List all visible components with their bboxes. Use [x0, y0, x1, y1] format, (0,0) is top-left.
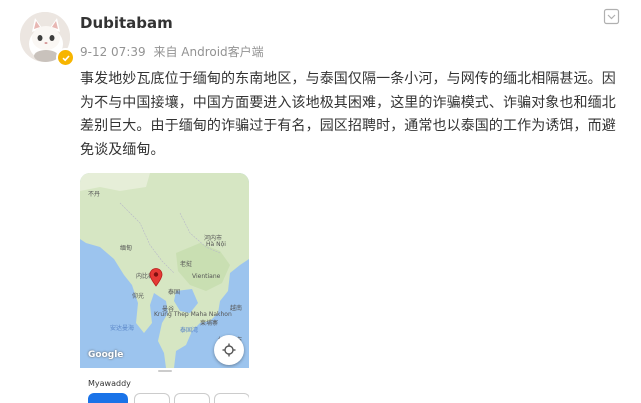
- map-image[interactable]: 不丹 缅甸 老挝 河内市 Hà Nội 泰国 Vientiane 曼谷 Krun…: [80, 173, 249, 368]
- map-label-yangon: 仰光: [132, 293, 145, 300]
- post-source: 来自 Android客户端: [153, 45, 264, 59]
- map-label-vientiane-en: Vientiane: [192, 273, 221, 280]
- post-meta: 9-12 07:39 来自 Android客户端: [80, 43, 264, 60]
- chip-2[interactable]: [134, 393, 170, 403]
- map-card[interactable]: 不丹 缅甸 老挝 河内市 Hà Nội 泰国 Vientiane 曼谷 Krun…: [80, 173, 249, 403]
- map-label-bangkok-en: Krung Thep Maha Nakhon: [154, 311, 232, 318]
- chip-4[interactable]: [214, 393, 249, 403]
- place-name: Myawaddy: [88, 379, 131, 388]
- google-logo: Google: [88, 350, 124, 360]
- weibo-post: Dubitabam 9-12 07:39 来自 Android客户端 事发地妙瓦…: [0, 0, 641, 403]
- crosshair-icon: [222, 343, 236, 357]
- verified-badge-icon: [56, 48, 75, 67]
- locate-button[interactable]: [214, 335, 244, 365]
- map-label-hanoi-en: Hà Nội: [206, 241, 226, 248]
- more-options-icon[interactable]: [603, 8, 621, 26]
- post-content: 事发地妙瓦底位于缅甸的东南地区，与泰国仅隔一条小河，与网传的缅北相隔甚远。因为不…: [80, 71, 616, 158]
- map-label-laos: 老挝: [180, 261, 193, 268]
- map-label-bhutan: 不丹: [88, 191, 101, 198]
- map-label-thailand: 泰国: [168, 289, 181, 296]
- post-date[interactable]: 9-12 07:39: [80, 45, 146, 59]
- map-label-andaman-sea: 安达曼海: [110, 325, 135, 332]
- map-label-gulf-thailand: 泰国湾: [180, 327, 199, 334]
- username[interactable]: Dubitabam: [80, 14, 173, 32]
- map-pin-icon[interactable]: [149, 268, 163, 287]
- directions-chip[interactable]: [88, 393, 128, 403]
- map-label-cambodia: 柬埔寨: [200, 320, 219, 327]
- drag-handle[interactable]: [158, 370, 172, 372]
- map-label-myanmar: 缅甸: [120, 245, 133, 252]
- chip-3[interactable]: [174, 393, 210, 403]
- map-label-vietnam: 越南: [230, 305, 243, 312]
